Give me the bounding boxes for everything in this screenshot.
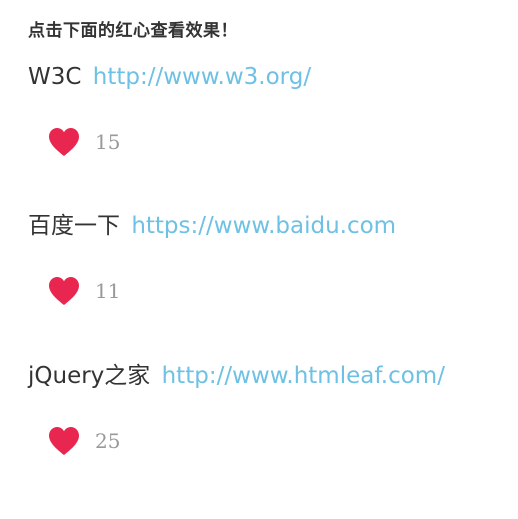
like-count: 15 [95,130,121,154]
heart-icon[interactable] [48,426,80,456]
heart-icon[interactable] [48,127,80,157]
like-count: 25 [95,429,121,453]
entry-name: jQuery之家 [28,363,151,389]
entry-name: 百度一下 [28,213,120,239]
like-control-w3c: 15 [48,126,120,158]
entry-link-htmleaf[interactable]: http://www.htmleaf.com/ [162,363,445,389]
like-control-htmleaf: 25 [48,425,120,457]
instruction-text: 点击下面的红心查看效果！ [28,21,238,41]
entry-title-baidu: 百度一下 https://www.baidu.com [28,211,396,241]
entry-title-w3c: W3C http://www.w3.org/ [28,62,311,92]
entry-name: W3C [28,64,82,90]
like-count: 11 [95,279,121,303]
like-control-baidu: 11 [48,275,120,307]
entry-link-baidu[interactable]: https://www.baidu.com [131,213,396,239]
entry-title-htmleaf: jQuery之家 http://www.htmleaf.com/ [28,361,445,391]
entry-link-w3c[interactable]: http://www.w3.org/ [93,64,311,90]
heart-icon[interactable] [48,276,80,306]
